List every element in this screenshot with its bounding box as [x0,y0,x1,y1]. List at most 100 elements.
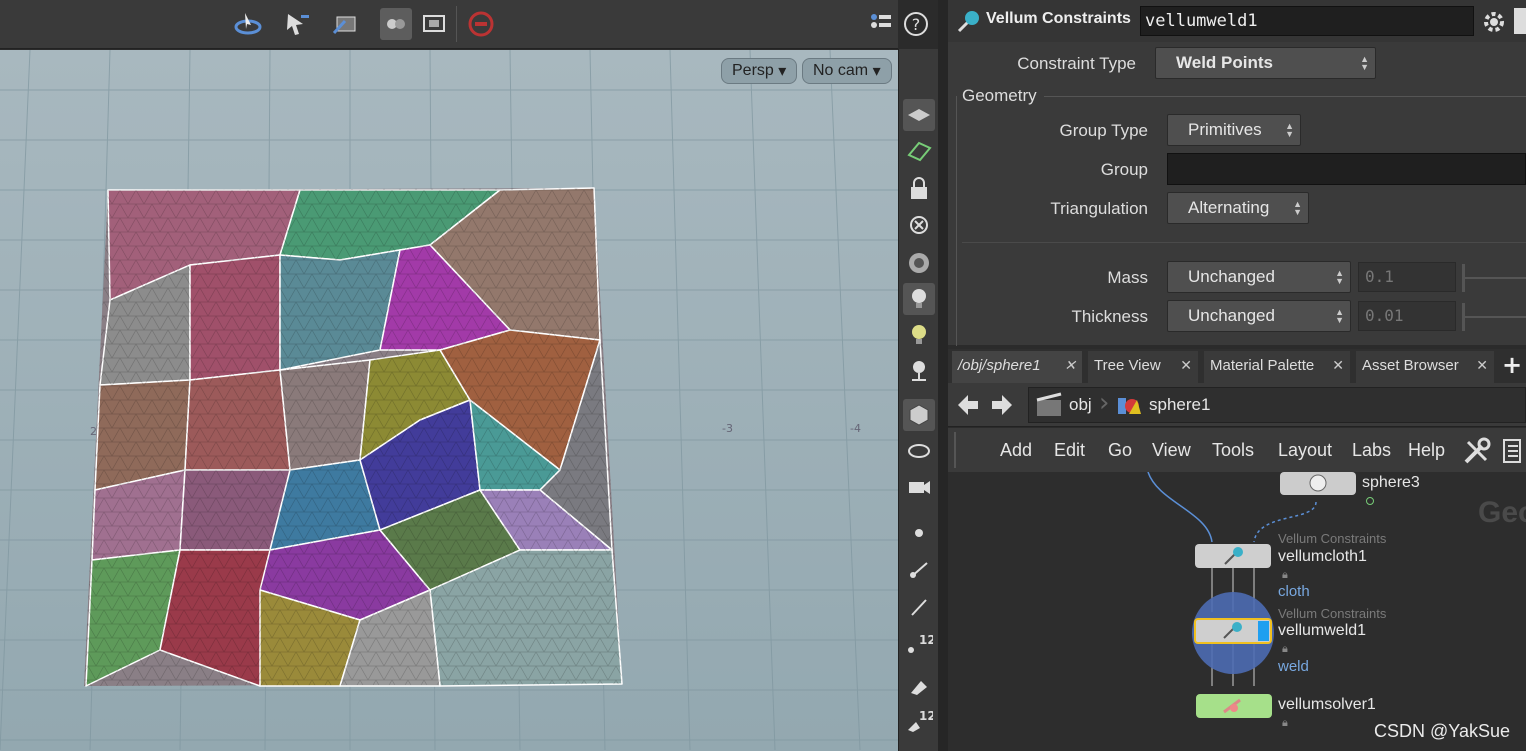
display-layers-icon[interactable] [903,99,935,131]
vellumweld1-node[interactable] [1194,618,1272,644]
thickness-mode-menu[interactable]: Unchanged ▲ ▼ [1167,300,1351,332]
menu-view[interactable]: View [1152,440,1191,461]
group-type-value: Primitives [1188,120,1262,139]
reference-plane-icon[interactable] [903,135,935,167]
obj-context-icon [1035,392,1063,422]
mass-value-field[interactable]: 0.1 [1358,262,1456,292]
viewport-3d-scene[interactable]: 2 -3 -4 Persp ▾ No cam ▾ [0,50,898,751]
viewport-layout-icon[interactable] [864,8,896,40]
edit-geometry-icon[interactable] [330,8,362,40]
group-type-menu[interactable]: Primitives ▲ ▼ [1167,114,1301,146]
scene-viewport[interactable]: ? 2 -3 -4 Persp ▾ No cam ▾ 12 12 [0,0,938,751]
menu-go[interactable]: Go [1108,440,1132,461]
menu-help[interactable]: Help [1408,440,1445,461]
normal-display-icon[interactable] [903,553,935,585]
primitive-numbers-icon[interactable]: 12 [903,705,935,737]
menu-grip[interactable] [954,432,964,468]
svg-text:12: 12 [919,633,933,647]
mass-mode-menu[interactable]: Unchanged ▲ ▼ [1167,261,1351,293]
back-arrow-icon[interactable] [954,391,982,423]
gauge-icon[interactable] [903,247,935,279]
geometry-section-heading: Geometry [962,86,1037,105]
lock-icon[interactable] [903,173,935,205]
parameter-panel: Vellum Constraints Constraint Type Weld … [948,0,1526,346]
menu-tools[interactable]: Tools [1212,440,1254,461]
primitive-display-icon[interactable] [903,669,935,701]
vellumcloth1-name[interactable]: vellumcloth1 [1278,548,1367,566]
network-editor[interactable]: sphere3 Vellum Constraints vellumcloth1 … [948,472,1526,751]
menu-arrows-icon: ▲ ▼ [1285,121,1294,139]
point-display-icon[interactable] [903,517,935,549]
breadcrumb-separator: › [1099,388,1110,418]
vellumweld1-name[interactable]: vellumweld1 [1278,622,1366,640]
triangulation-menu[interactable]: Alternating ▲ ▼ [1167,192,1309,224]
close-icon[interactable]: ✕ [1180,357,1192,374]
camera-icon[interactable] [903,471,935,503]
pane-divider[interactable] [938,0,948,751]
help-tab-icon[interactable] [1514,8,1526,34]
thickness-value-field[interactable]: 0.01 [1358,301,1456,331]
menu-labs[interactable]: Labs [1352,440,1391,461]
close-icon[interactable]: ✕ [1064,357,1076,374]
list-icon[interactable] [1502,438,1522,468]
menu-add[interactable]: Add [1000,440,1032,461]
vellumsolver1-node[interactable] [1196,694,1272,718]
close-icon[interactable]: ✕ [1332,357,1344,374]
constraint-type-value: Weld Points [1176,53,1273,72]
wrench-icon[interactable] [1462,436,1492,470]
tab-obj-sphere1[interactable]: /obj/sphere1 ✕ [952,351,1082,383]
handle-tool-icon[interactable] [232,8,264,40]
snap-toggle-icon[interactable] [380,8,412,40]
menu-layout[interactable]: Layout [1278,440,1332,461]
tab-asset-browser[interactable]: Asset Browser ✕ [1356,351,1494,383]
network-context-watermark: Geo [1478,496,1526,529]
view-camera-icon[interactable] [903,435,935,467]
mass-slider-track[interactable] [1465,277,1526,279]
vellumweld1-type: Vellum Constraints [1278,606,1387,621]
remove-object-icon[interactable] [903,211,935,243]
forward-arrow-icon[interactable] [988,391,1016,423]
menu-edit[interactable]: Edit [1054,440,1085,461]
sphere3-node[interactable] [1280,472,1356,495]
gear-icon[interactable] [1480,8,1508,40]
mass-mode-value: Unchanged [1188,267,1275,286]
network-path-bar: obj › sphere1 [948,383,1526,427]
pane-tab-bar: /obj/sphere1 ✕ Tree View ✕ Material Palett… [948,349,1526,383]
thickness-slider-track[interactable] [1465,316,1526,318]
vellumcloth1-node[interactable] [1195,544,1271,568]
light-bulb-icon[interactable] [903,319,935,351]
sphere3-name[interactable]: sphere3 [1362,474,1420,492]
constraint-type-menu[interactable]: Weld Points ▲ ▼ [1155,47,1376,79]
tab-label: Material Palette [1210,357,1315,374]
select-tool-icon[interactable] [282,8,314,40]
vector-display-icon[interactable] [903,591,935,623]
lock-icon: 🔒︎ [1282,716,1288,729]
viewport-toolbar: ? [0,0,928,49]
headlight-icon[interactable] [903,283,935,315]
vellumweld1-tag: weld [1278,658,1309,675]
node-name-field[interactable] [1140,6,1474,36]
cube-camera-icon[interactable] [903,399,935,431]
menu-arrows-icon: ▲ ▼ [1335,307,1344,325]
tab-material-palette[interactable]: Material Palette ✕ [1204,351,1350,383]
help-icon[interactable]: ? [900,8,932,40]
toolbar-divider [456,6,457,42]
camera-persp-menu[interactable]: Persp ▾ [721,58,798,84]
stop-icon[interactable] [465,8,497,40]
geometry-node-icon [1115,392,1143,424]
place-light-icon[interactable] [903,355,935,387]
tab-tree-view[interactable]: Tree View ✕ [1088,351,1198,383]
lock-icon: 🔒︎ [1282,568,1288,581]
thickness-mode-value: Unchanged [1188,306,1275,325]
point-numbers-icon[interactable]: 12 [903,629,935,661]
vellumcloth1-tag: cloth [1278,583,1310,600]
breadcrumb-sphere1[interactable]: sphere1 [1149,395,1210,415]
camera-nocam-menu[interactable]: No cam ▾ [802,58,892,84]
add-tab-icon[interactable]: + [1502,351,1522,379]
vellumsolver1-name[interactable]: vellumsolver1 [1278,696,1376,714]
breadcrumb-obj[interactable]: obj [1069,395,1092,415]
close-icon[interactable]: ✕ [1476,357,1488,374]
group-field[interactable] [1167,153,1526,185]
viewport-side-toolbar: 12 12 [898,49,938,751]
display-options-icon[interactable] [418,8,450,40]
